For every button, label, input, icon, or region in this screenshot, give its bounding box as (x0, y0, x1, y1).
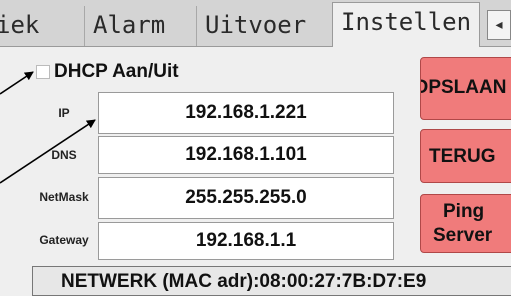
arrow-to-ip (0, 119, 96, 184)
arrow-to-dhcp (0, 71, 34, 95)
annotation-arrows (0, 71, 96, 184)
